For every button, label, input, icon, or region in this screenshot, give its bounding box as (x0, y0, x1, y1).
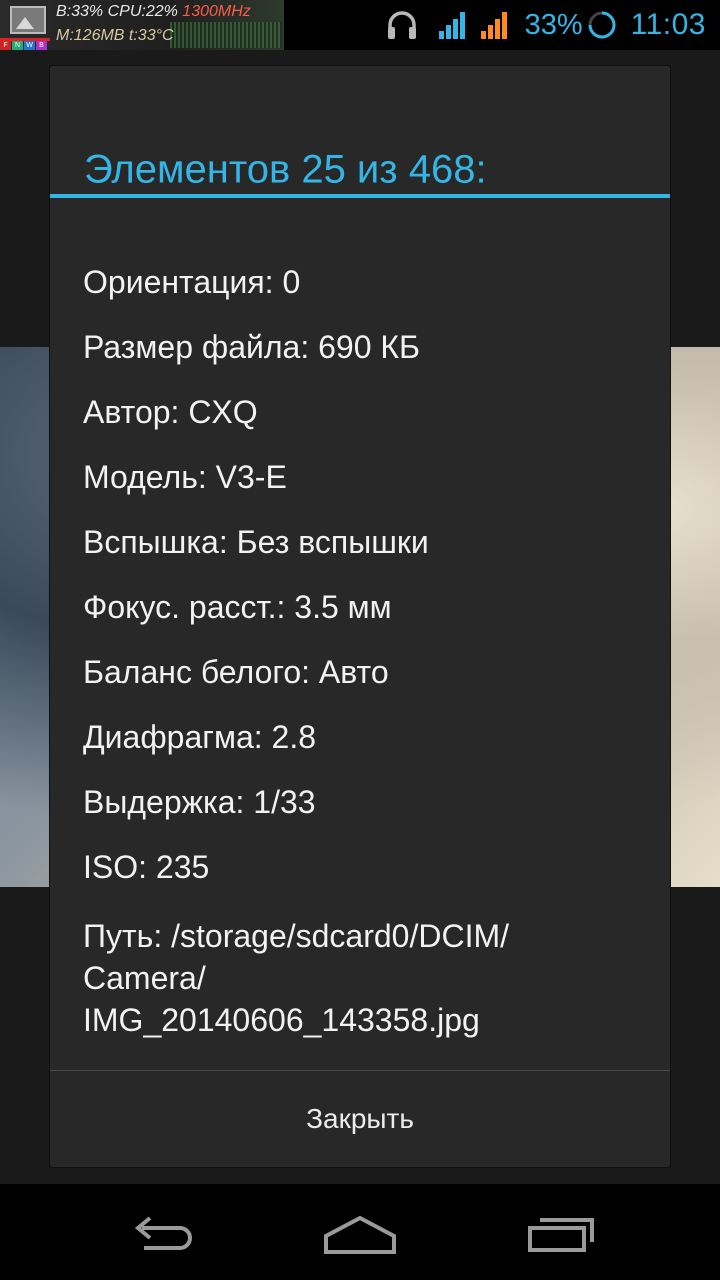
navigation-bar (0, 1184, 720, 1280)
title-divider (50, 194, 670, 198)
path-line: Путь: /storage/sdcard0/DCIM/ (83, 918, 510, 954)
recent-apps-icon[interactable] (522, 1202, 602, 1262)
detail-iso: ISO: 235 (83, 849, 210, 885)
system-monitor-widget: B:33% CPU:22% 1300MHz M:126MB t:33°C F N… (0, 0, 284, 50)
signal-icon (438, 12, 465, 39)
battery-percent: 33% (524, 8, 583, 41)
detail-exposure: Выдержка: 1/33 (83, 784, 316, 820)
path-line: Camera/ (83, 960, 206, 996)
details-list: Ориентация: 0 Размер файла: 690 КБ Автор… (83, 262, 643, 1041)
sysmon-graph (170, 22, 282, 48)
sysmon-flag: W (24, 41, 35, 50)
dialog-title: Элементов 25 из 468: (84, 147, 487, 192)
headphones-icon (387, 11, 416, 39)
sysmon-memory-text: M:126MB t:33°C (56, 27, 174, 44)
home-icon[interactable] (320, 1202, 400, 1262)
detail-model: Модель: V3-E (83, 459, 287, 495)
path-line: IMG_20140606_143358.jpg (83, 1002, 480, 1038)
detail-white-balance: Баланс белого: Авто (83, 654, 389, 690)
sysmon-flag: F (0, 41, 11, 50)
detail-aperture: Диафрагма: 2.8 (83, 719, 316, 755)
screen: B:33% CPU:22% 1300MHz M:126MB t:33°C F N… (0, 0, 720, 1280)
status-icons: 33% 11:03 (385, 0, 720, 50)
back-icon[interactable] (120, 1202, 200, 1262)
detail-orientation: Ориентация: 0 (83, 264, 301, 300)
detail-path: Путь: /storage/sdcard0/DCIM/ Camera/ IMG… (83, 915, 643, 1041)
detail-flash: Вспышка: Без вспышки (83, 524, 429, 560)
detail-file-size: Размер файла: 690 КБ (83, 329, 421, 365)
status-bar: B:33% CPU:22% 1300MHz M:126MB t:33°C F N… (0, 0, 720, 50)
signal-icon (480, 12, 507, 39)
detail-author: Автор: CXQ (83, 394, 258, 430)
sysmon-stats-line: B:33% CPU:22% 1300MHz (56, 3, 251, 21)
sysmon-flags: F N W B (0, 41, 48, 50)
sysmon-cpu-text: B:33% CPU:22% (56, 3, 178, 20)
sysmon-flag: B (36, 41, 47, 50)
clock: 11:03 (630, 8, 706, 41)
detail-focal-length: Фокус. расст.: 3.5 мм (83, 589, 392, 625)
details-dialog: Элементов 25 из 468: Ориентация: 0 Разме… (50, 66, 670, 1167)
sysmon-freq-text: 1300MHz (182, 3, 251, 20)
battery-icon (588, 11, 616, 39)
picture-icon (10, 6, 46, 34)
close-button[interactable]: Закрыть (50, 1071, 670, 1167)
sysmon-flag: N (12, 41, 23, 50)
